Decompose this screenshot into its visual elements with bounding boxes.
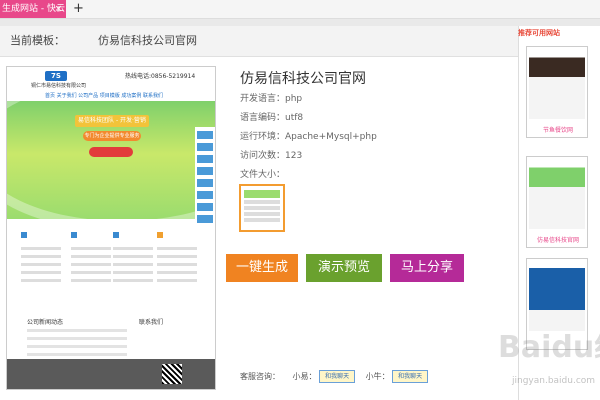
divider: [0, 19, 600, 26]
preview-sidebar: [195, 127, 215, 237]
preview-columns: [7, 223, 215, 323]
preview-header: 7S 铜仁市易信科技有限公司 热线电话:0856-5219914 首页 关于我们…: [7, 67, 215, 99]
breadcrumb: 当前模板： 仿易信科技公司官网: [0, 26, 520, 57]
browser-tab-bar: 生成网站 - 快云 × +: [0, 0, 600, 19]
contact-xiaoniu: 小牛：: [365, 372, 390, 381]
preview-news-title: 公司新闻动态: [27, 319, 64, 326]
preview-hotline: 热线电话:0856-5219914: [125, 73, 196, 80]
new-tab-icon[interactable]: +: [73, 0, 84, 17]
recommend-title: 推荐可用网站: [518, 29, 560, 37]
watermark-url: jingyan.baidu.com: [512, 376, 596, 386]
info-language: 开发语言：php: [240, 94, 303, 104]
banner-line1: 易信科技团队 - 开发·营销: [75, 115, 149, 127]
contact-label: 客服咨询：: [240, 372, 280, 381]
template-preview[interactable]: 7S 铜仁市易信科技有限公司 热线电话:0856-5219914 首页 关于我们…: [6, 66, 216, 390]
recommend-card[interactable]: 仿易信科技官网: [526, 156, 588, 248]
close-icon[interactable]: ×: [54, 0, 62, 18]
recommend-card[interactable]: 节鱼餐饮网: [526, 46, 588, 138]
preview-nav: 首页 关于我们 公司产品 项目模版 成功案例 联系我们: [45, 93, 163, 99]
qr-code-icon: [162, 364, 182, 384]
banner-line2: 专门为企业提供专业服务: [83, 131, 141, 141]
contact-xiaoyi: 小易：: [292, 372, 317, 381]
preview-company: 铜仁市易信科技有限公司: [31, 83, 87, 89]
info-filesize: 文件大小：: [240, 170, 286, 180]
recommend-thumbnail: [529, 49, 585, 119]
qq-chat-button-1[interactable]: 和我聊天: [319, 370, 356, 383]
banner-button: [89, 147, 133, 157]
info-visits: 访问次数：123: [240, 151, 303, 161]
recommend-thumbnail: [529, 261, 585, 331]
demo-preview-button[interactable]: 演示预览: [306, 254, 382, 282]
info-encoding: 语言编码：utf8: [240, 113, 304, 123]
recommend-label: 仿易信科技官网: [536, 237, 579, 244]
breadcrumb-value: 仿易信科技公司官网: [98, 34, 197, 47]
preview-logo: 7S: [45, 71, 67, 81]
preview-banner: 易信科技团队 - 开发·营销 专门为企业提供专业服务: [7, 101, 215, 219]
preview-contact-title: 联系我们: [139, 319, 164, 326]
info-environment: 运行环境：Apache+Mysql+php: [240, 132, 377, 142]
template-thumbnail[interactable]: [239, 184, 285, 232]
generate-button[interactable]: 一键生成: [226, 254, 298, 282]
recommend-label: 节鱼餐饮网: [542, 127, 573, 134]
recommend-thumbnail: [529, 159, 585, 229]
breadcrumb-label: 当前模板：: [10, 34, 65, 47]
share-button[interactable]: 马上分享: [390, 254, 464, 282]
browser-tab[interactable]: 生成网站 - 快云 ×: [0, 0, 66, 18]
preview-news-lines: [27, 329, 127, 361]
watermark: Baidu经验: [498, 330, 600, 365]
preview-footer: [7, 359, 215, 389]
template-title: 仿易信科技公司官网: [240, 71, 366, 87]
contact-bar: 客服咨询： 小易： 和我聊天 小牛： 和我聊天: [240, 370, 429, 383]
qq-chat-button-2[interactable]: 和我聊天: [392, 370, 429, 383]
